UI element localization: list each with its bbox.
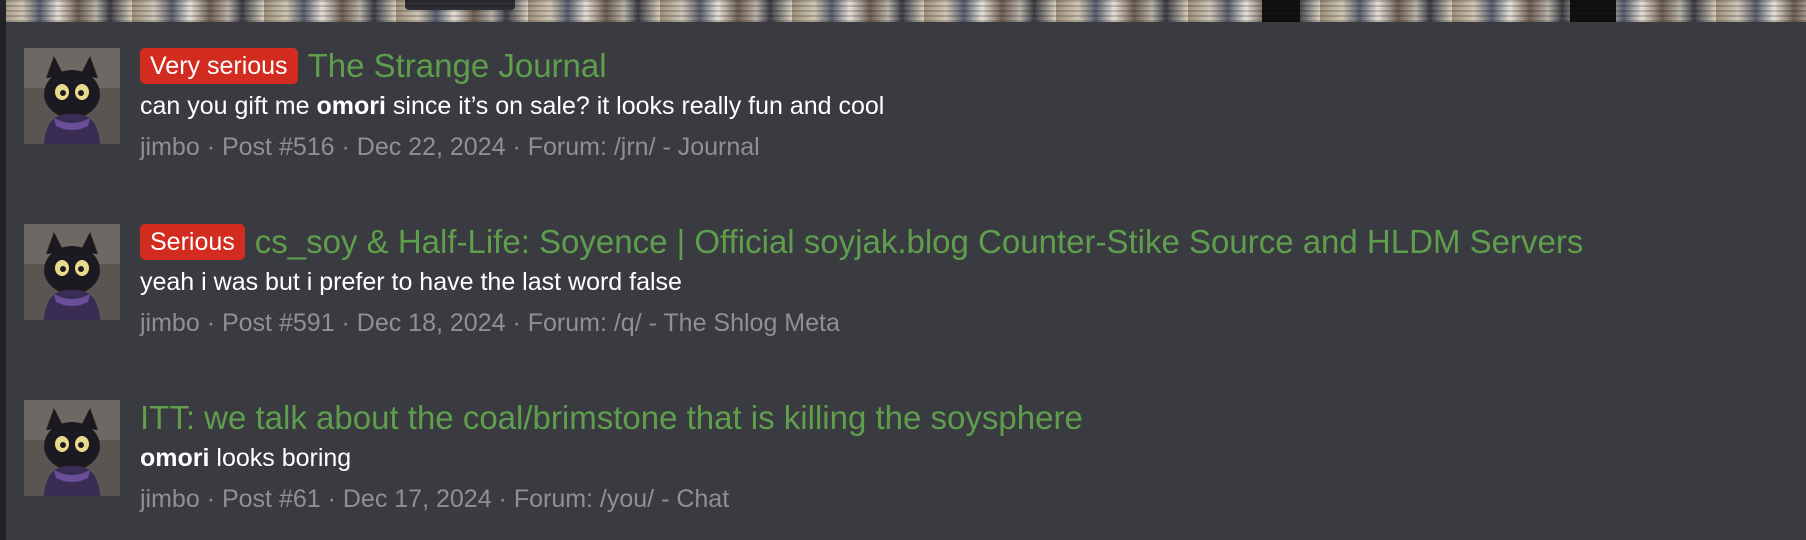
result-meta: jimbo · Post #591 · Dec 18, 2024 · Forum… bbox=[140, 306, 1786, 340]
forum-link[interactable]: Forum: /q/ - The Shlog Meta bbox=[528, 309, 840, 337]
snippet-text: since it’s on sale? it looks really fun … bbox=[385, 92, 885, 120]
post-date: Dec 17, 2024 bbox=[342, 485, 492, 513]
post-date: Dec 22, 2024 bbox=[356, 133, 506, 161]
author-link[interactable]: jimbo bbox=[140, 133, 200, 161]
cat-avatar-icon bbox=[24, 224, 120, 320]
post-snippet: can you gift me omori since it’s on sale… bbox=[140, 90, 1786, 122]
search-results-page: Very serious The Strange Journal can you… bbox=[0, 0, 1806, 540]
search-result: ITT: we talk about the coal/brimstone th… bbox=[6, 374, 1806, 540]
thread-title-link[interactable]: cs_soy & Half-Life: Soyence | Official s… bbox=[255, 223, 1584, 261]
thread-title-link[interactable]: The Strange Journal bbox=[308, 47, 607, 85]
author-link[interactable]: jimbo bbox=[140, 309, 200, 337]
snippet-text: yeah i was but i prefer to have the last… bbox=[140, 268, 682, 296]
thread-prefix-badge[interactable]: Very serious bbox=[140, 48, 298, 84]
meta-separator: · bbox=[491, 485, 514, 513]
result-list: Very serious The Strange Journal can you… bbox=[6, 22, 1806, 540]
meta-separator: · bbox=[334, 309, 357, 337]
meta-separator: · bbox=[505, 133, 528, 161]
avatar[interactable] bbox=[24, 224, 120, 320]
snippet-highlight: omori bbox=[316, 92, 386, 120]
thread-prefix-badge[interactable]: Serious bbox=[140, 224, 245, 260]
post-number: Post #591 bbox=[221, 309, 335, 337]
avatar[interactable] bbox=[24, 48, 120, 144]
snippet-text: can you gift me bbox=[140, 92, 317, 120]
search-result: Serious cs_soy & Half-Life: Soyence | Of… bbox=[6, 198, 1806, 374]
forum-link[interactable]: Forum: /jrn/ - Journal bbox=[528, 133, 760, 161]
meta-separator: · bbox=[334, 133, 357, 161]
result-title-line: ITT: we talk about the coal/brimstone th… bbox=[140, 396, 1786, 440]
post-snippet: yeah i was but i prefer to have the last… bbox=[140, 266, 1786, 298]
result-content: Serious cs_soy & Half-Life: Soyence | Of… bbox=[140, 220, 1786, 340]
result-meta: jimbo · Post #516 · Dec 22, 2024 · Forum… bbox=[140, 130, 1786, 164]
result-content: ITT: we talk about the coal/brimstone th… bbox=[140, 396, 1786, 516]
snippet-highlight: omori bbox=[140, 444, 210, 472]
banner-dark-panel bbox=[1570, 0, 1616, 22]
forum-link[interactable]: Forum: /you/ - Chat bbox=[514, 485, 729, 513]
cat-avatar-icon bbox=[24, 48, 120, 144]
author-link[interactable]: jimbo bbox=[140, 485, 200, 513]
post-date: Dec 18, 2024 bbox=[356, 309, 506, 337]
result-title-line: Serious cs_soy & Half-Life: Soyence | Of… bbox=[140, 220, 1786, 264]
result-title-line: Very serious The Strange Journal bbox=[140, 44, 1786, 88]
result-meta: jimbo · Post #61 · Dec 17, 2024 · Forum:… bbox=[140, 482, 1786, 516]
post-number: Post #61 bbox=[221, 485, 321, 513]
header-banner-image bbox=[0, 0, 1806, 22]
meta-separator: · bbox=[320, 485, 343, 513]
result-content: Very serious The Strange Journal can you… bbox=[140, 44, 1786, 164]
meta-separator: · bbox=[199, 485, 222, 513]
snippet-text: looks boring bbox=[209, 444, 352, 472]
search-result: Very serious The Strange Journal can you… bbox=[6, 22, 1806, 198]
banner-heading-fragment bbox=[405, 0, 515, 10]
banner-dark-panel bbox=[1262, 0, 1300, 22]
post-snippet: omori looks boring bbox=[140, 442, 1786, 474]
post-number: Post #516 bbox=[221, 133, 335, 161]
meta-separator: · bbox=[199, 309, 222, 337]
meta-separator: · bbox=[199, 133, 222, 161]
cat-avatar-icon bbox=[24, 400, 120, 496]
avatar[interactable] bbox=[24, 400, 120, 496]
meta-separator: · bbox=[505, 309, 528, 337]
thread-title-link[interactable]: ITT: we talk about the coal/brimstone th… bbox=[140, 399, 1083, 437]
